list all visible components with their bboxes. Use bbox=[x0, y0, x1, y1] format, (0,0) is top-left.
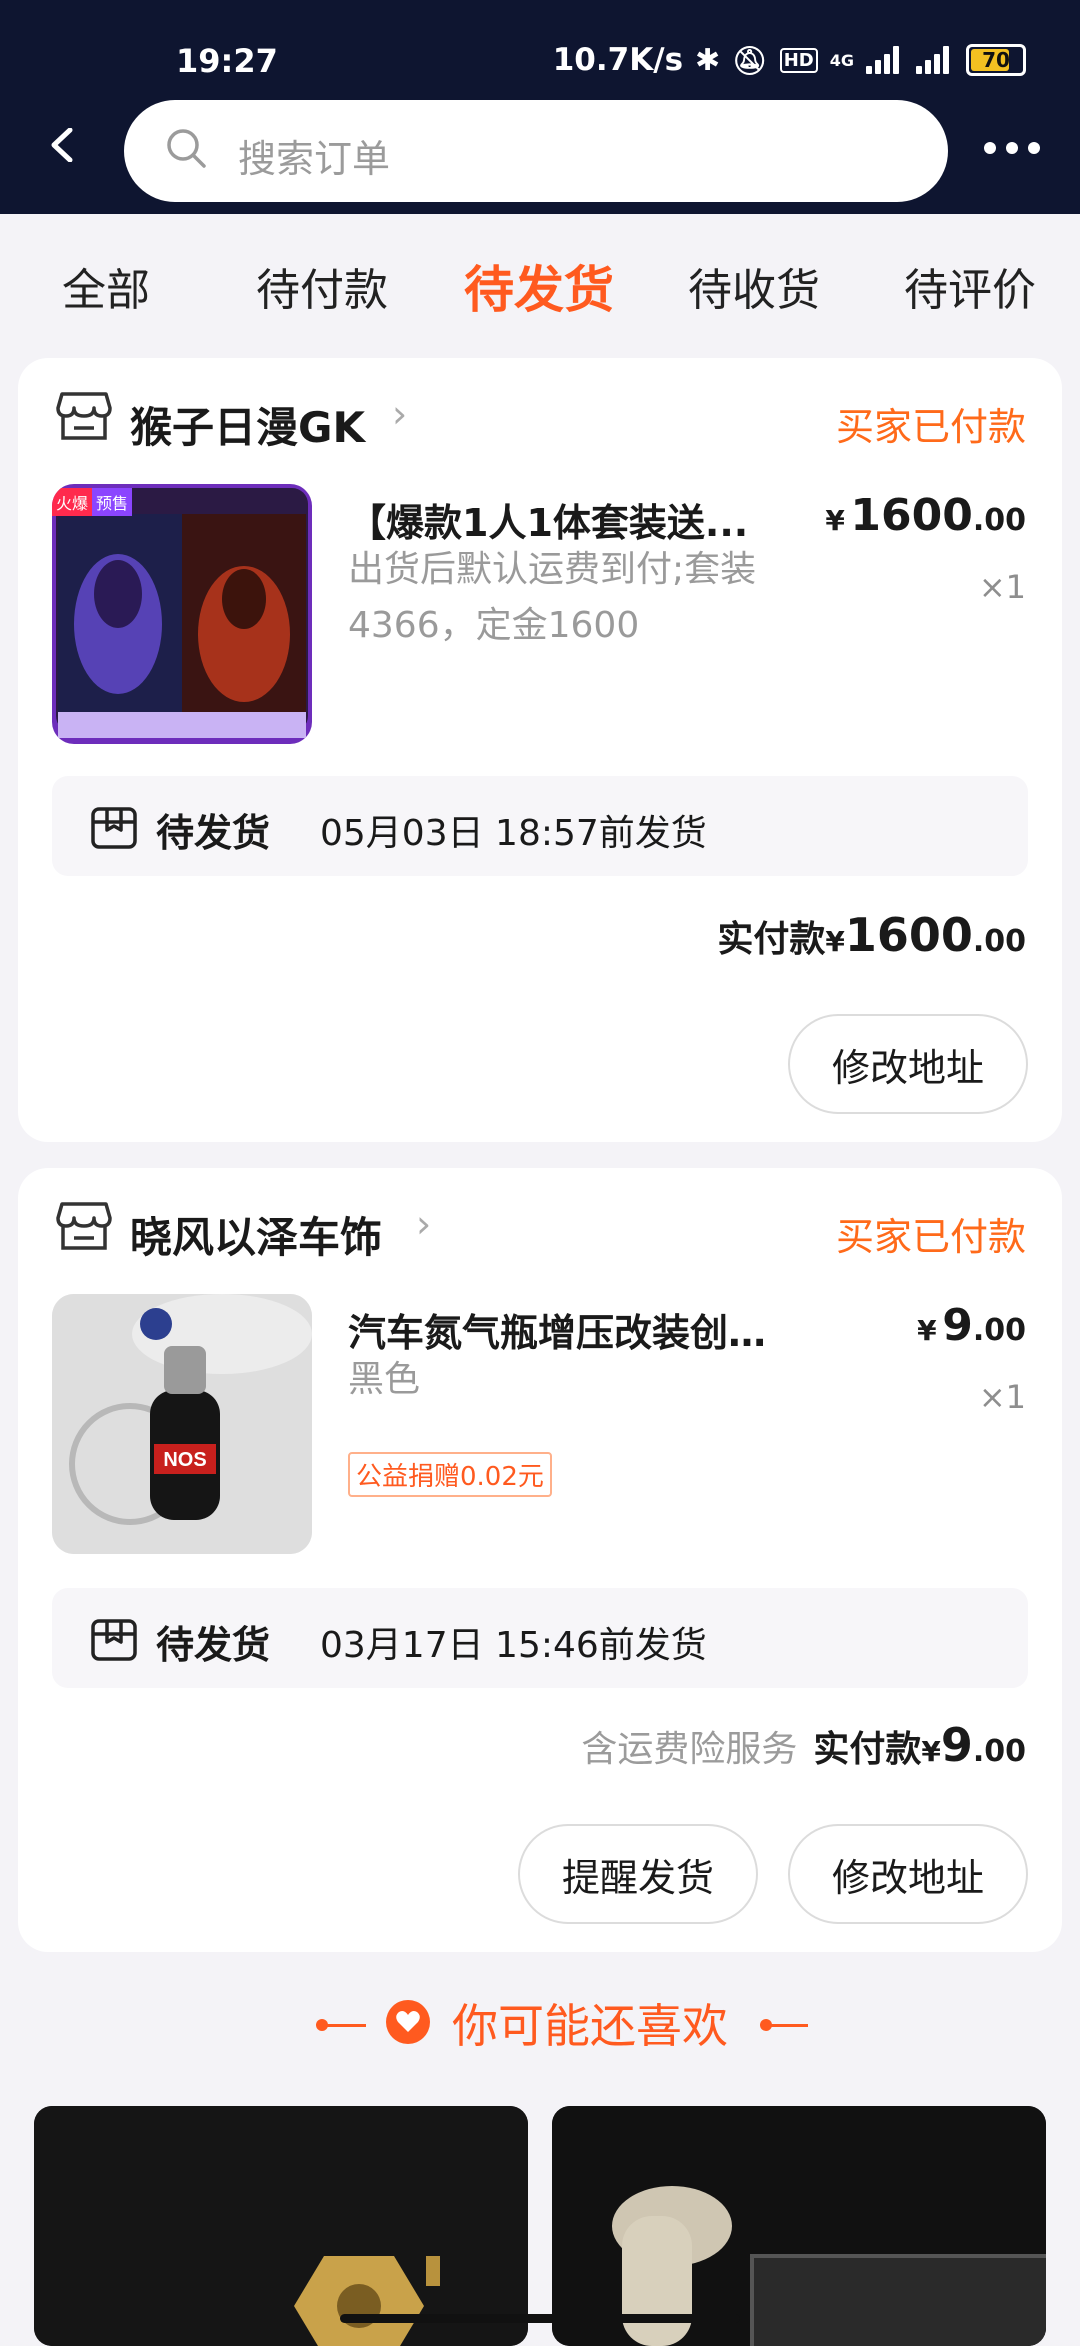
shipping-insurance-note: 含运费险服务 bbox=[581, 1729, 798, 1770]
charity-tag: 公益捐赠0.02元 bbox=[348, 1452, 552, 1497]
signal-icon bbox=[866, 46, 904, 74]
signal-icon-2 bbox=[916, 46, 954, 74]
modify-address-button[interactable]: 修改地址 bbox=[788, 1014, 1028, 1114]
shipping-status-bar[interactable]: 待发货 03月17日 15:46前发货 bbox=[52, 1588, 1028, 1688]
order-total: 实付款¥1600.00 bbox=[717, 908, 1026, 962]
back-arrow-icon[interactable] bbox=[46, 128, 80, 162]
ship-deadline: 05月03日 18:57前发货 bbox=[320, 813, 707, 854]
status-time: 19:27 bbox=[176, 42, 278, 80]
recommend-header: 你可能还喜欢 bbox=[0, 1990, 1080, 2060]
network-type: 4G bbox=[829, 50, 854, 70]
product-price: ¥ 1600.00 bbox=[825, 490, 1026, 541]
shipping-status-bar[interactable]: 待发货 05月03日 18:57前发货 bbox=[52, 776, 1028, 876]
network-speed: 10.7K/s bbox=[552, 42, 684, 78]
chevron-right-icon[interactable]: › bbox=[416, 1202, 431, 1246]
product-image bbox=[552, 2106, 1046, 2346]
product-quantity: ×1 bbox=[978, 568, 1026, 606]
tab-pending-payment[interactable]: 待付款 bbox=[256, 254, 388, 318]
product-title[interactable]: 【爆款1人1体套装送... bbox=[348, 492, 768, 547]
shop-icon bbox=[56, 1202, 112, 1250]
search-input[interactable]: 搜索订单 bbox=[124, 100, 948, 202]
product-sku: 黑色 bbox=[348, 1359, 421, 1400]
presale-badge: 预售 bbox=[92, 488, 133, 516]
recommend-product-card[interactable] bbox=[552, 2106, 1046, 2346]
svg-text:NOS: NOS bbox=[163, 1449, 206, 1471]
product-sku: 出货后默认运费到付;套装4366，定金1600 bbox=[348, 549, 757, 646]
recommend-title: 你可能还喜欢 bbox=[452, 1999, 728, 2053]
ship-status-label: 待发货 bbox=[156, 811, 271, 855]
remind-shipment-button[interactable]: 提醒发货 bbox=[518, 1824, 758, 1924]
order-status: 买家已付款 bbox=[835, 405, 1026, 449]
modify-address-button[interactable]: 修改地址 bbox=[788, 1824, 1028, 1924]
product-image-figures bbox=[56, 488, 308, 738]
tab-pending-receipt[interactable]: 待收货 bbox=[688, 254, 820, 318]
tab-all[interactable]: 全部 bbox=[62, 254, 150, 318]
product-image bbox=[34, 2106, 528, 2346]
tab-pending-shipment[interactable]: 待发货 bbox=[464, 250, 614, 322]
tab-pending-review[interactable]: 待评价 bbox=[904, 254, 1036, 318]
status-icons: 10.7K/s ✱ 🔕︎ HD 4G 70 bbox=[553, 42, 1026, 78]
total-label: 实付款 bbox=[717, 919, 826, 960]
order-card[interactable]: 猴子日漫GK › 买家已付款 火爆 预售 【爆款1人1体套装送... 出货后默认… bbox=[18, 358, 1062, 1142]
chevron-right-icon[interactable]: › bbox=[392, 392, 407, 436]
mute-bell-icon: 🔕︎ bbox=[732, 43, 768, 77]
package-icon bbox=[91, 1619, 137, 1661]
shop-name[interactable]: 猴子日漫GK bbox=[130, 394, 365, 455]
product-image[interactable]: NOS bbox=[52, 1294, 312, 1554]
package-icon bbox=[91, 807, 137, 849]
order-status: 买家已付款 bbox=[835, 1215, 1026, 1259]
heart-icon bbox=[386, 2000, 430, 2044]
battery-icon: 70 bbox=[966, 44, 1026, 76]
search-placeholder: 搜索订单 bbox=[238, 137, 391, 181]
ship-status-label: 待发货 bbox=[156, 1623, 271, 1667]
bluetooth-icon: ✱ bbox=[695, 42, 721, 78]
shop-icon bbox=[56, 392, 112, 440]
home-indicator[interactable] bbox=[340, 2314, 740, 2323]
order-card[interactable]: 晓风以泽车饰 › 买家已付款 NOS 汽车氮气瓶增压改装创意钥... 黑色 公益… bbox=[18, 1168, 1062, 1952]
total-label: 实付款 bbox=[813, 1729, 922, 1770]
product-image[interactable]: 火爆 预售 bbox=[52, 484, 312, 744]
product-image-keychain: NOS bbox=[52, 1294, 312, 1554]
product-quantity: ×1 bbox=[978, 1378, 1026, 1416]
product-price: ¥ 9.00 bbox=[917, 1300, 1026, 1351]
order-tabs: 全部 待付款 待发货 待收货 待评价 bbox=[0, 214, 1080, 354]
hd-icon: HD bbox=[779, 47, 818, 73]
hot-badge: 火爆 bbox=[52, 488, 93, 516]
recommend-product-card[interactable] bbox=[34, 2106, 528, 2346]
shop-name[interactable]: 晓风以泽车饰 bbox=[130, 1204, 382, 1265]
battery-level: 70 bbox=[982, 48, 1010, 72]
more-options-icon[interactable] bbox=[984, 142, 1040, 154]
status-bar: 19:27 10.7K/s ✱ 🔕︎ HD 4G 70 bbox=[0, 30, 1080, 90]
search-icon bbox=[167, 129, 206, 168]
order-total: 含运费险服务 实付款¥9.00 bbox=[581, 1718, 1026, 1772]
ship-deadline: 03月17日 15:46前发货 bbox=[320, 1625, 707, 1666]
top-bar: 19:27 10.7K/s ✱ 🔕︎ HD 4G 70 搜索订单 bbox=[0, 0, 1080, 214]
product-title[interactable]: 汽车氮气瓶增压改装创意钥... bbox=[348, 1302, 768, 1357]
